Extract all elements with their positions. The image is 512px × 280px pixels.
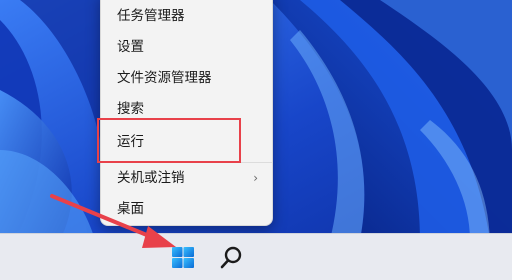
menu-item-task-manager[interactable]: 任务管理器 (105, 1, 270, 31)
menu-item-shutdown-signout[interactable]: 关机或注销 › (105, 163, 270, 193)
desktop-screen: 任务管理器 设置 文件资源管理器 搜索 运行 关机或注销 › 桌面 (0, 0, 512, 280)
menu-item-label: 任务管理器 (117, 8, 185, 24)
menu-item-file-explorer[interactable]: 文件资源管理器 (105, 63, 270, 93)
menu-item-desktop[interactable]: 桌面 (105, 194, 270, 224)
taskbar-search-button[interactable] (211, 239, 251, 277)
start-context-menu: 任务管理器 设置 文件资源管理器 搜索 运行 关机或注销 › 桌面 (100, 0, 273, 226)
menu-item-label: 关机或注销 (117, 170, 185, 186)
menu-item-settings[interactable]: 设置 (105, 32, 270, 62)
menu-item-label: 桌面 (117, 201, 144, 217)
run-highlight-box (97, 118, 241, 163)
start-button[interactable] (163, 239, 203, 277)
taskbar (0, 233, 512, 280)
menu-item-label: 文件资源管理器 (117, 70, 212, 86)
windows-logo-icon (172, 247, 194, 268)
menu-item-label: 搜索 (117, 101, 144, 117)
menu-item-label: 设置 (117, 39, 144, 55)
search-icon (220, 246, 242, 269)
chevron-right-icon: › (253, 171, 258, 185)
